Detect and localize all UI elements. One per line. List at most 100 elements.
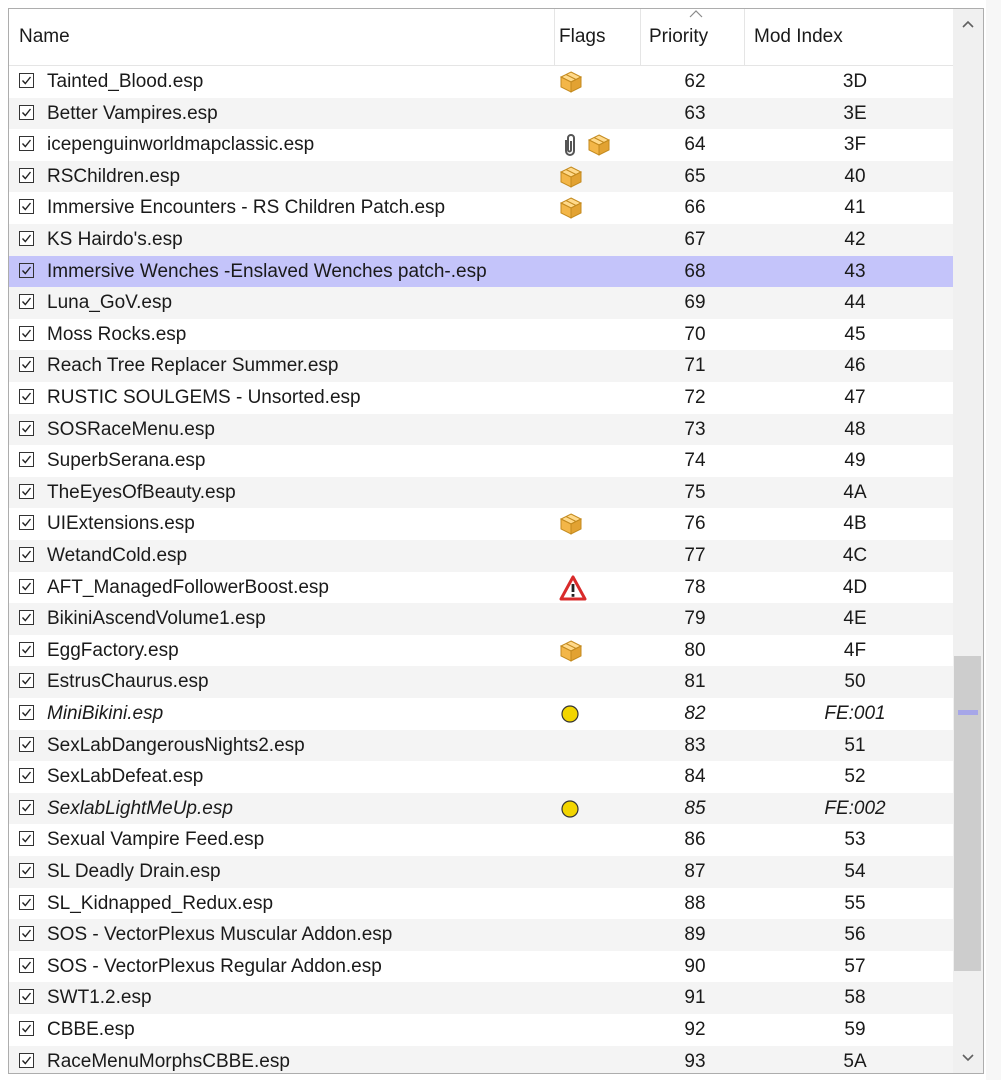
plugin-name: MiniBikini.esp [47,703,164,724]
enable-checkbox[interactable] [19,262,34,278]
column-header-name[interactable]: Name [9,9,555,65]
table-row[interactable]: AFT_ManagedFollowerBoost.esp 78 4D [9,572,953,604]
table-row[interactable]: SOS - VectorPlexus Regular Addon.esp 90 57 [9,951,953,983]
scroll-down-button[interactable] [953,1043,983,1073]
table-row[interactable]: Moss Rocks.esp 70 45 [9,319,953,351]
scroll-up-button[interactable] [953,9,983,39]
table-row[interactable]: MiniBikini.esp 82 FE:001 [9,698,953,730]
plugin-flags [559,795,581,823]
table-row[interactable]: Reach Tree Replacer Summer.esp 71 46 [9,350,953,382]
table-row[interactable]: icepenguinworldmapclassic.esp 64 3F [9,129,953,161]
table-row[interactable]: SexLabDefeat.esp 84 52 [9,761,953,793]
plugin-name: SWT1.2.esp [47,987,152,1009]
plugin-priority: 73 [684,418,706,440]
plugin-priority: 93 [684,1050,706,1072]
plugin-priority: 92 [684,1019,706,1040]
table-row[interactable]: SexlabLightMeUp.esp 85 FE:002 [9,792,953,825]
plugin-priority: 86 [684,829,706,851]
vertical-scrollbar[interactable] [953,9,983,1073]
enable-checkbox[interactable] [19,420,34,436]
enable-checkbox[interactable] [19,199,34,215]
checkmark-icon [21,866,32,875]
plugin-name: Luna_GoV.esp [47,292,173,314]
enable-checkbox[interactable] [19,136,34,152]
table-row[interactable]: Immersive Wenches -Enslaved Wenches patc… [9,255,953,288]
plugin-name: icepenguinworldmapclassic.esp [47,134,315,156]
plugin-mod-index: 40 [844,165,866,187]
table-row[interactable]: SuperbSerana.esp 74 49 [9,445,953,477]
enable-checkbox[interactable] [19,673,34,689]
table-row[interactable]: Luna_GoV.esp 69 44 [9,287,953,319]
plugin-mod-index: 41 [844,197,866,219]
table-row[interactable]: Immersive Encounters - RS Children Patch… [9,192,953,224]
plugin-name: Immersive Wenches -Enslaved Wenches patc… [47,260,487,282]
enable-checkbox[interactable] [19,705,34,720]
table-row[interactable]: UIExtensions.esp 76 4B [9,508,953,540]
enable-checkbox[interactable] [19,989,34,1005]
table-row[interactable]: RaceMenuMorphsCBBE.esp 93 5A [9,1045,953,1073]
enable-checkbox[interactable] [19,547,34,562]
table-row[interactable]: RSChildren.esp 65 40 [9,160,953,193]
enable-checkbox[interactable] [19,641,34,657]
plugin-mod-index: 49 [844,450,866,472]
table-row[interactable]: Sexual Vampire Feed.esp 86 53 [9,824,953,856]
enable-checkbox[interactable] [19,736,34,752]
plugin-priority: 77 [684,545,706,566]
plugin-mod-index: 3E [843,102,867,124]
checkmark-icon [21,803,32,812]
table-row[interactable]: EggFactory.esp 80 4F [9,635,953,667]
enable-checkbox[interactable] [19,294,34,310]
plugin-flags [559,510,583,538]
plugin-mod-index: 59 [844,1019,866,1040]
enable-checkbox[interactable] [19,831,34,847]
column-header-flags[interactable]: Flags [555,9,641,65]
checkmark-icon [21,740,32,749]
table-row[interactable]: BikiniAscendVolume1.esp 79 4E [9,603,953,635]
enable-checkbox[interactable] [19,578,34,594]
enable-checkbox[interactable] [19,1052,34,1068]
table-row[interactable]: RUSTIC SOULGEMS - Unsorted.esp 72 47 [9,382,953,414]
column-header-mod-index[interactable]: Mod Index [745,9,953,65]
enable-checkbox[interactable] [19,957,34,973]
plugin-priority: 83 [684,734,706,756]
table-row[interactable]: CBBE.esp 92 59 [9,1014,953,1046]
plugin-mod-index: 50 [844,671,866,693]
table-row[interactable]: WetandCold.esp 77 4C [9,540,953,572]
enable-checkbox[interactable] [19,894,34,910]
enable-checkbox[interactable] [19,389,34,404]
enable-checkbox[interactable] [19,1021,34,1036]
enable-checkbox[interactable] [19,515,34,531]
enable-checkbox[interactable] [19,799,34,815]
table-row[interactable]: Tainted_Blood.esp 62 3D [9,66,953,98]
enable-checkbox[interactable] [19,104,34,120]
light-plugin-icon [559,798,581,820]
table-row[interactable]: TheEyesOfBeauty.esp 75 4A [9,476,953,509]
table-row[interactable]: SL Deadly Drain.esp 87 54 [9,856,953,888]
plugin-name: SOS - VectorPlexus Muscular Addon.esp [47,924,393,946]
column-header-flags-label: Flags [559,26,606,47]
table-row[interactable]: SOSRaceMenu.esp 73 48 [9,413,953,446]
scrollbar-thumb[interactable] [954,656,981,971]
table-row[interactable]: SL_Kidnapped_Redux.esp 88 55 [9,888,953,920]
table-row[interactable]: SexLabDangerousNights2.esp 83 51 [9,729,953,762]
table-row[interactable]: KS Hairdo's.esp 67 42 [9,224,953,256]
enable-checkbox[interactable] [19,231,34,246]
enable-checkbox[interactable] [19,483,34,499]
table-row[interactable]: SOS - VectorPlexus Muscular Addon.esp 89 5… [9,919,953,951]
enable-checkbox[interactable] [19,452,34,468]
enable-checkbox[interactable] [19,73,34,88]
enable-checkbox[interactable] [19,863,34,878]
plugin-name: AFT_ManagedFollowerBoost.esp [47,576,329,598]
enable-checkbox[interactable] [19,926,34,942]
table-row[interactable]: Better Vampires.esp 63 3E [9,97,953,130]
checkmark-icon [21,266,32,275]
enable-checkbox[interactable] [19,325,34,341]
enable-checkbox[interactable] [19,167,34,183]
checkmark-icon [21,360,32,369]
enable-checkbox[interactable] [19,610,34,626]
table-row[interactable]: SWT1.2.esp 91 58 [9,982,953,1014]
enable-checkbox[interactable] [19,768,34,784]
table-row[interactable]: EstrusChaurus.esp 81 50 [9,666,953,698]
enable-checkbox[interactable] [19,357,34,373]
checkmark-icon [21,487,32,496]
